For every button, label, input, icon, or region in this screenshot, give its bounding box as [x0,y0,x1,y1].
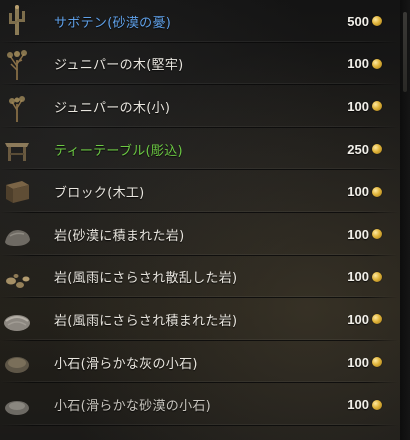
list-item[interactable]: 小石(滑らかな灰の小石) 100 [0,341,398,384]
list-item[interactable]: ジュニパーの木(小) 100 [0,85,398,128]
item-price: 100 [347,56,382,71]
item-name: ブロック(木工) [54,186,145,202]
gold-coin-icon [372,271,382,282]
list-item[interactable]: サボテン(砂漠の憂) 500 [0,0,398,43]
item-list: サボテン(砂漠の憂) 500 ジュニパーの木(堅牢) 100 ジュニパーの木(小… [0,0,398,426]
price-value: 100 [347,354,369,370]
price-value: 250 [347,141,369,157]
gold-coin-icon [372,229,382,240]
cactus-icon [0,3,34,39]
item-price: 500 [347,14,382,29]
gold-coin-icon [372,101,382,112]
list-item[interactable]: ティーテーブル(彫込) 250 [0,128,398,171]
item-name: 岩(砂漠に積まれた岩) [54,228,185,244]
list-item[interactable]: 小石(滑らかな砂漠の小石) 100 [0,383,398,426]
gold-coin-icon [372,314,382,325]
item-price: 100 [347,312,382,327]
list-item[interactable]: 岩(風雨にさらされ積まれた岩) 100 [0,298,398,341]
tea-table-icon [0,131,34,167]
item-name: ジュニパーの木(小) [54,100,171,116]
shop-item-list-panel: サボテン(砂漠の憂) 500 ジュニパーの木(堅牢) 100 ジュニパーの木(小… [0,0,410,440]
scrollbar[interactable] [400,0,410,440]
item-price: 100 [347,397,382,412]
price-value: 100 [347,397,369,413]
desert-rock-icon [0,216,34,252]
gold-coin-icon [372,399,382,410]
list-item[interactable]: 岩(風雨にさらされ散乱した岩) 100 [0,256,398,299]
item-name: 小石(滑らかな灰の小石) [54,356,198,372]
item-price: 100 [347,227,382,242]
price-value: 100 [347,98,369,114]
gold-coin-icon [372,16,382,27]
item-price: 100 [347,355,382,370]
item-price: 100 [347,99,382,114]
item-name: 岩(風雨にさらされ散乱した岩) [54,271,238,287]
desert-pebble-icon [0,386,34,422]
gold-coin-icon [372,58,382,69]
item-name: 小石(滑らかな砂漠の小石) [54,399,212,415]
juniper-tree-small-icon [0,88,34,124]
gray-pebble-icon [0,344,34,380]
juniper-tree-icon [0,46,34,82]
price-value: 100 [347,269,369,285]
gold-coin-icon [372,186,382,197]
price-value: 100 [347,226,369,242]
item-price: 100 [347,269,382,284]
gold-coin-icon [372,144,382,155]
scattered-rocks-icon [0,259,34,295]
list-item[interactable]: 岩(砂漠に積まれた岩) 100 [0,213,398,256]
item-name: ジュニパーの木(堅牢) [54,58,184,74]
price-value: 100 [347,56,369,72]
stacked-rock-icon [0,301,34,337]
price-value: 500 [347,13,369,29]
gold-coin-icon [372,357,382,368]
item-price: 250 [347,142,382,157]
price-value: 100 [347,311,369,327]
list-item[interactable]: ブロック(木工) 100 [0,170,398,213]
wood-block-icon [0,173,34,209]
item-name: 岩(風雨にさらされ積まれた岩) [54,313,238,329]
price-value: 100 [347,184,369,200]
scrollbar-thumb[interactable] [403,12,407,92]
list-item[interactable]: ジュニパーの木(堅牢) 100 [0,43,398,86]
item-name: ティーテーブル(彫込) [54,143,183,159]
item-name: サボテン(砂漠の憂) [54,15,172,31]
item-price: 100 [347,184,382,199]
